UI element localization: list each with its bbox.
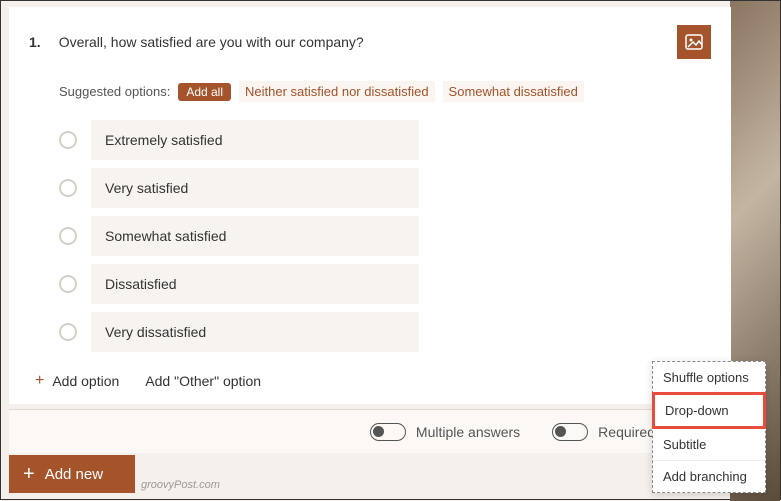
- more-options-menu: Shuffle options Drop-down Subtitle Add b…: [652, 361, 766, 493]
- option-row: [59, 216, 711, 256]
- question-card: 1. Overall, how satisfied are you with o…: [9, 7, 731, 404]
- add-option-button[interactable]: + Add option: [35, 372, 119, 390]
- radio-icon: [59, 131, 77, 149]
- suggestion-chip[interactable]: Neither satisfied nor dissatisfied: [239, 81, 435, 102]
- add-other-button[interactable]: Add "Other" option: [145, 373, 261, 389]
- insert-media-button[interactable]: [677, 25, 711, 59]
- option-row: [59, 120, 711, 160]
- plus-icon: +: [23, 463, 35, 486]
- option-input[interactable]: [91, 264, 419, 304]
- question-footer-bar: Multiple answers Required: [9, 409, 731, 453]
- menu-item-subtitle[interactable]: Subtitle: [653, 428, 765, 460]
- question-number: 1.: [29, 34, 41, 50]
- options-list: [59, 120, 711, 352]
- image-icon: [684, 32, 704, 52]
- radio-icon: [59, 227, 77, 245]
- radio-icon: [59, 323, 77, 341]
- toggle-switch[interactable]: [370, 423, 406, 441]
- option-input[interactable]: [91, 312, 419, 352]
- radio-icon: [59, 275, 77, 293]
- question-header: 1. Overall, how satisfied are you with o…: [29, 25, 711, 59]
- add-new-button[interactable]: + Add new: [9, 455, 135, 493]
- suggestion-chip[interactable]: Somewhat dissatisfied: [443, 81, 584, 102]
- plus-icon: +: [35, 372, 44, 390]
- multiple-answers-toggle[interactable]: Multiple answers: [370, 423, 520, 441]
- toggle-label: Required: [598, 424, 655, 440]
- question-text[interactable]: Overall, how satisfied are you with our …: [59, 34, 659, 50]
- option-input[interactable]: [91, 168, 419, 208]
- add-all-button[interactable]: Add all: [178, 83, 231, 101]
- toggle-label: Multiple answers: [416, 424, 520, 440]
- add-option-row: + Add option Add "Other" option: [35, 372, 711, 390]
- suggested-options-row: Suggested options: Add all Neither satis…: [59, 81, 711, 102]
- menu-item-dropdown[interactable]: Drop-down: [652, 392, 766, 429]
- menu-item-branching[interactable]: Add branching: [653, 460, 765, 492]
- option-input[interactable]: [91, 216, 419, 256]
- required-toggle[interactable]: Required: [552, 423, 655, 441]
- radio-icon: [59, 179, 77, 197]
- option-row: [59, 168, 711, 208]
- option-row: [59, 264, 711, 304]
- watermark: groovyPost.com: [141, 479, 220, 491]
- option-input[interactable]: [91, 120, 419, 160]
- menu-item-shuffle[interactable]: Shuffle options: [653, 362, 765, 393]
- option-row: [59, 312, 711, 352]
- suggested-label: Suggested options:: [59, 84, 170, 99]
- add-new-label: Add new: [45, 466, 103, 483]
- toggle-switch[interactable]: [552, 423, 588, 441]
- add-option-label: Add option: [52, 373, 119, 389]
